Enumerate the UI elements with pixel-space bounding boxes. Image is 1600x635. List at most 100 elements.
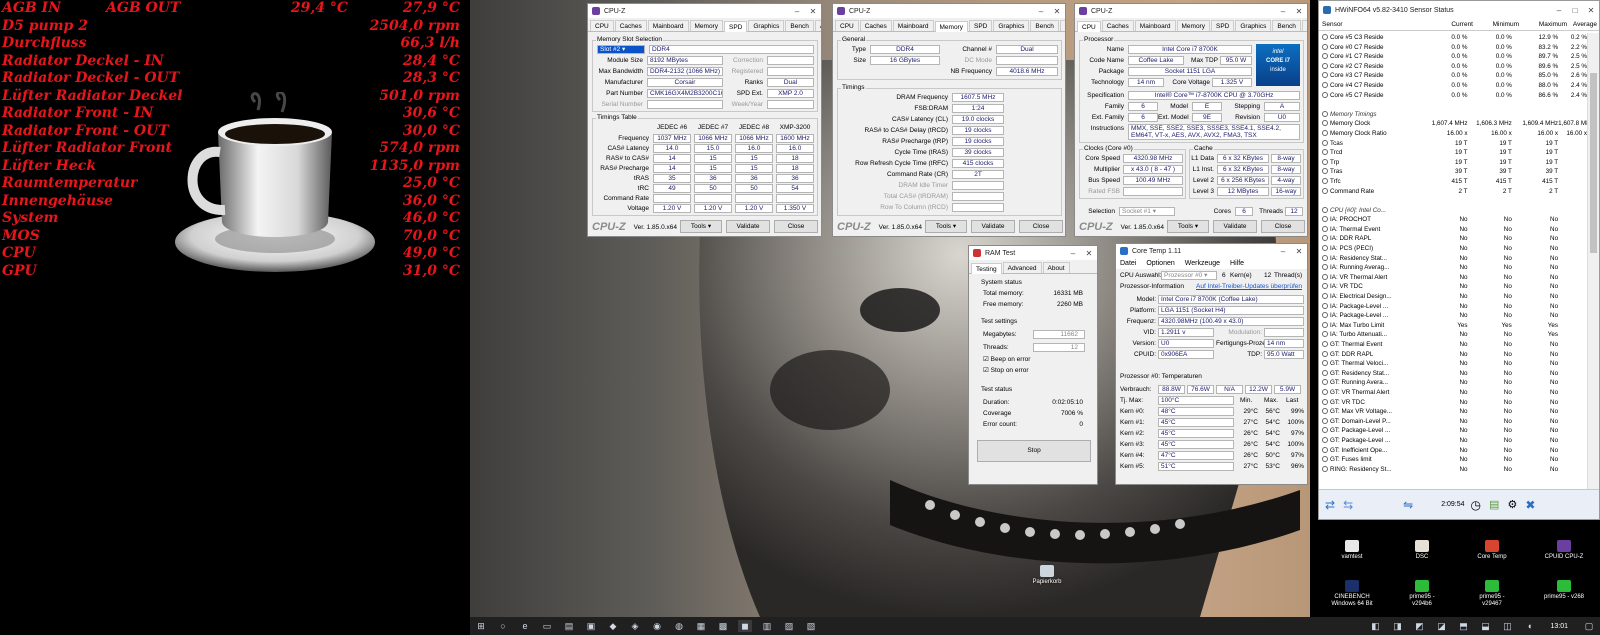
close-app-button[interactable]: Close [774,220,818,233]
tab-bench[interactable]: Bench [1272,20,1301,31]
sensor-row[interactable]: IA: VR TDC No No No [1319,282,1587,292]
close-app-button[interactable]: Close [1019,220,1063,233]
beep-checkbox[interactable]: ☑ Beep on error [983,355,1030,364]
sensor-row[interactable]: IA: Max Turbo Limit Yes Yes Yes [1319,321,1587,331]
sensor-row[interactable]: IA: Electrical Design... No No No [1319,292,1587,302]
minimize-button[interactable]: – [1275,7,1291,16]
tab-mainboard[interactable]: Mainboard [1134,20,1176,31]
tab-about[interactable]: About [1301,20,1307,31]
app-icon-1[interactable]: ◆ [606,620,620,632]
hwinfo-scrollbar[interactable] [1587,33,1599,489]
edge-icon[interactable]: e [518,620,532,632]
menu-hilfe[interactable]: Hilfe [1230,258,1244,269]
tab-caches[interactable]: Caches [614,20,647,31]
tab-bench[interactable]: Bench [1030,20,1059,31]
add-report-icon[interactable]: ▤ [1489,498,1499,511]
tray-icon-2[interactable]: ◨ [1390,620,1404,632]
sensor-row[interactable] [1319,196,1587,206]
close-button[interactable]: ✕ [1049,7,1065,16]
volume-icon[interactable]: ◖ [1522,620,1536,632]
intel-driver-link[interactable]: Auf Intel-Treiber-Updates überprüfen [1196,282,1302,291]
sensor-row[interactable]: GT: VR TDC No No No [1319,398,1587,408]
tab-bench[interactable]: Bench [785,20,814,31]
monitor-icon[interactable]: ▭ [540,620,554,632]
store-icon[interactable]: ▤ [562,620,576,632]
menu-datei[interactable]: Datei [1120,258,1136,269]
cpuz-memory-titlebar[interactable]: CPU-Z – ✕ [833,4,1065,18]
stop-button[interactable]: Stop [977,440,1091,462]
app-icon-3[interactable]: ◉ [650,620,664,632]
validate-button[interactable]: Validate [1213,220,1257,233]
maximize-button[interactable]: □ [1567,6,1583,15]
close-button[interactable]: ✕ [1291,247,1307,256]
sensor-row[interactable]: Trfc 415 T 415 T 415 T [1319,177,1587,187]
column-minimum[interactable]: Minimum [1473,21,1519,30]
column-maximum[interactable]: Maximum [1519,21,1567,30]
nav-arrows-secondary-icon[interactable]: ⇆ [1343,498,1353,512]
sensor-row[interactable]: GT: Residency Stat... No No No [1319,369,1587,379]
desktop-icon-dsc[interactable]: DSC [1400,540,1444,561]
validate-button[interactable]: Validate [726,220,770,233]
sensor-row[interactable]: Core #3 C7 Reside 0.0 % 0.0 % 85.0 % 2.6 % [1319,71,1587,81]
sensor-row[interactable]: IA: Residency Stat... No No No [1319,254,1587,264]
sensor-row[interactable]: IA: Running Averag... No No No [1319,263,1587,273]
sensor-row[interactable]: GT: Package-Level ... No No No [1319,426,1587,436]
tools-button[interactable]: Tools ▾ [925,220,967,233]
desktop-icon-core-temp[interactable]: Core Temp [1470,540,1514,561]
tab-about[interactable]: About [1059,20,1065,31]
sensor-row[interactable]: GT: Inefficient Ope... No No No [1319,446,1587,456]
tab-graphics[interactable]: Graphics [1235,20,1272,31]
app-icon-9[interactable]: ▧ [804,620,818,632]
sensor-row[interactable]: IA: Turbo Attenuati... No No Yes [1319,330,1587,340]
notifications-icon[interactable]: ▢ [1582,620,1596,632]
tab-mainboard[interactable]: Mainboard [647,20,689,31]
close-button[interactable]: ✕ [805,7,821,16]
megabytes-input[interactable]: 11662 [1033,330,1085,339]
minimize-button[interactable]: – [789,7,805,16]
column-sensor[interactable]: Sensor [1319,21,1425,30]
close-button[interactable]: ✕ [1081,249,1097,258]
tray-icon-3[interactable]: ◩ [1412,620,1426,632]
network-tray-icon[interactable]: ◫ [1500,620,1514,632]
tab-about[interactable]: About [814,20,821,31]
app-icon-2[interactable]: ◈ [628,620,642,632]
tab-caches[interactable]: Caches [859,20,892,31]
sensor-row[interactable]: IA: DDR RAPL No No No [1319,234,1587,244]
explorer-icon[interactable]: ▣ [584,620,598,632]
sensor-row[interactable]: Core #1 C7 Reside 0.0 % 0.0 % 89.7 % 2.5 % [1319,52,1587,62]
sensor-row[interactable] [1319,100,1587,110]
sensor-row[interactable]: Core #5 C7 Reside 0.0 % 0.0 % 86.6 % 2.4 % [1319,91,1587,101]
tab-memory[interactable]: Memory [689,20,723,31]
tab-testing[interactable]: Testing [971,263,1002,274]
validate-button[interactable]: Validate [971,220,1015,233]
column-current[interactable]: Current [1425,21,1473,30]
tab-caches[interactable]: Caches [1101,20,1134,31]
sensor-row[interactable]: Tras 39 T 39 T 39 T [1319,167,1587,177]
network-icon[interactable]: ⇋ [1403,498,1413,512]
tab-spd[interactable]: SPD [1210,20,1235,31]
tab-mainboard[interactable]: Mainboard [892,20,934,31]
cpuz-cpu-titlebar[interactable]: CPU-Z – ✕ [1075,4,1307,18]
socket-select[interactable]: Socket #1 ▾ [1119,207,1175,216]
settings-icon[interactable]: ⚙ [1507,498,1517,511]
sensor-row[interactable]: GT: Running Avera... No No No [1319,378,1587,388]
close-sensors-icon[interactable]: ✖ [1525,498,1535,512]
minimize-button[interactable]: – [1033,7,1049,16]
sensor-row[interactable]: IA: PCS (PECI) No No No [1319,244,1587,254]
tab-cpu[interactable]: CPU [1077,21,1101,32]
sensor-row[interactable]: Memory Clock Ratio 16.00 x 16.00 x 16.00 x 1… [1319,129,1587,139]
menu-optionen[interactable]: Optionen [1146,258,1174,269]
tray-icon-1[interactable]: ◧ [1368,620,1382,632]
sensor-row[interactable]: IA: VR Thermal Alert No No No [1319,273,1587,283]
sensor-row[interactable]: GT: Domain-Level P... No No No [1319,417,1587,427]
column-average[interactable]: Average [1567,21,1597,30]
slot-select[interactable]: Slot #2 ▾ [597,45,645,54]
desktop-icon-vamtest[interactable]: vamtest [1330,540,1374,561]
close-button[interactable]: ✕ [1291,7,1307,16]
close-app-button[interactable]: Close [1261,220,1305,233]
sensor-row[interactable]: GT: DDR RAPL No No No [1319,350,1587,360]
sensor-row[interactable]: IA: Package-Level ... No No No [1319,311,1587,321]
sensor-row[interactable]: IA: Package-Level ... No No No [1319,302,1587,312]
sensor-row[interactable]: GT: Thermal Event No No No [1319,340,1587,350]
cpuz-task-icon[interactable]: ◼ [738,620,752,632]
